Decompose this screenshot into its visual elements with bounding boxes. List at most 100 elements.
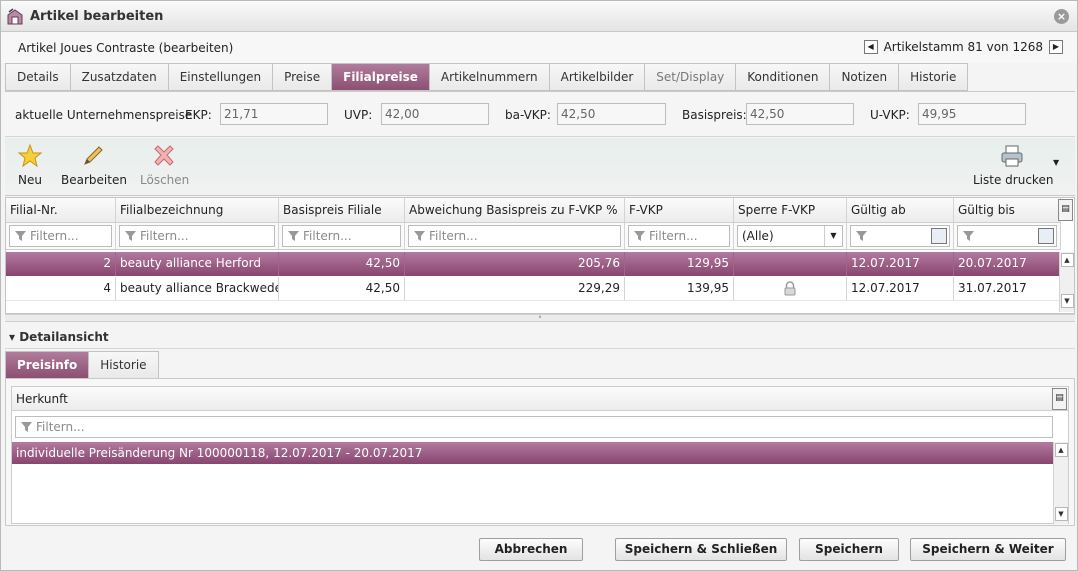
cancel-button[interactable]: Abbrechen: [479, 538, 583, 561]
window-title: Artikel bearbeiten: [30, 9, 164, 24]
origin-grid: Herkunft ▤ Filtern... individuelle Preis…: [11, 386, 1069, 524]
scroll-up-icon[interactable]: ▲: [1060, 253, 1074, 267]
u-vkp-field[interactable]: 49,95: [918, 103, 1026, 125]
dialog-window: Artikel bearbeiten × Artikel Joues Contr…: [0, 0, 1078, 571]
ekp-field[interactable]: 21,71: [220, 103, 328, 125]
tab-details[interactable]: Details: [5, 63, 71, 91]
basispreis-field[interactable]: 42,50: [746, 103, 854, 125]
article-icon: [7, 8, 23, 25]
tab-konditionen[interactable]: Konditionen: [736, 63, 831, 91]
tab-detail-historie[interactable]: Historie: [89, 351, 159, 379]
detail-panel: Herkunft ▤ Filtern... individuelle Preis…: [5, 378, 1075, 526]
collapse-icon: ▾: [9, 330, 16, 344]
col-abweichung[interactable]: Abweichung Basispreis zu F-VKP %: [405, 198, 625, 222]
column-chooser-icon[interactable]: ▤: [1058, 199, 1073, 221]
col-filial-nr[interactable]: Filial-Nr.: [6, 198, 116, 222]
scroll-down-icon[interactable]: ▼: [1054, 507, 1068, 521]
tab-preise[interactable]: Preise: [273, 63, 333, 91]
calendar-icon[interactable]: [931, 228, 947, 244]
list-item[interactable]: individuelle Preisänderung Nr 100000118,…: [12, 442, 1055, 464]
prev-record-icon[interactable]: ◀: [863, 40, 878, 54]
tab-einstellungen[interactable]: Einstellungen: [168, 63, 274, 91]
uvp-field[interactable]: 42,00: [381, 103, 489, 125]
footer: Abbrechen Speichern & Schließen Speicher…: [1, 531, 1077, 570]
cell-filialbezeichnung: beauty alliance Brackwede: [116, 277, 279, 301]
print-dropdown-icon[interactable]: ▼: [1053, 158, 1059, 167]
tab-filialpreise[interactable]: Filialpreise: [332, 63, 430, 91]
filter-gueltig-ab[interactable]: [850, 225, 950, 247]
filter-basispreis[interactable]: Filtern...: [282, 225, 401, 247]
lock-icon: [784, 281, 796, 296]
cell-gueltig-bis: 31.07.2017: [954, 277, 1061, 301]
table-row[interactable]: 4 beauty alliance Brackwede 42,50 229,29…: [6, 277, 1061, 301]
tab-artikelnummern[interactable]: Artikelnummern: [429, 63, 550, 91]
col-filialbezeichnung[interactable]: Filialbezeichnung: [116, 198, 279, 222]
new-button[interactable]: Neu: [15, 143, 45, 187]
col-herkunft[interactable]: Herkunft: [12, 387, 1068, 411]
toolbar: Neu Bearbeiten Löschen Liste drucken ▼: [5, 138, 1075, 196]
calendar-icon[interactable]: [1038, 228, 1054, 244]
record-position: Artikelstamm 81 von 1268: [883, 40, 1043, 54]
col-sperre-f-vkp[interactable]: Sperre F-VKP: [734, 198, 847, 222]
uvp-label: UVP:: [344, 108, 373, 122]
filter-f-vkp[interactable]: Filtern...: [628, 225, 730, 247]
next-record-icon[interactable]: ▶: [1049, 40, 1063, 54]
tab-zusatzdaten[interactable]: Zusatzdaten: [70, 63, 169, 91]
article-subtitle: Artikel Joues Contraste (bearbeiten): [18, 41, 234, 55]
filter-sperre-select[interactable]: (Alle) ▼: [737, 225, 843, 247]
branch-prices-grid: Filial-Nr. Filialbezeichnung Basispreis …: [5, 197, 1075, 314]
cell-gueltig-ab: 12.07.2017: [847, 252, 954, 276]
filter-filial-nr[interactable]: Filtern...: [9, 225, 112, 247]
detail-scrollbar[interactable]: ▲ ▼: [1053, 442, 1068, 524]
filter-abweichung[interactable]: Filtern...: [408, 225, 621, 247]
edit-label: Bearbeiten: [61, 173, 127, 187]
cell-abweichung: 205,76: [405, 252, 625, 276]
tab-notizen[interactable]: Notizen: [830, 63, 900, 91]
sub-header: Artikel Joues Contraste (bearbeiten) ◀ A…: [1, 32, 1077, 63]
cell-basispreis: 42,50: [279, 252, 405, 276]
col-f-vkp[interactable]: F-VKP: [625, 198, 734, 222]
cell-gueltig-ab: 12.07.2017: [847, 277, 954, 301]
save-next-button[interactable]: Speichern & Weiter: [910, 538, 1066, 561]
detail-view-header[interactable]: ▾ Detailansicht: [5, 325, 1075, 349]
tab-artikelbilder[interactable]: Artikelbilder: [549, 63, 646, 91]
col-gueltig-bis[interactable]: Gültig bis: [954, 198, 1061, 222]
tab-historie[interactable]: Historie: [899, 63, 969, 91]
cell-abweichung: 229,29: [405, 277, 625, 301]
basispreis-label: Basispreis:: [682, 108, 747, 122]
ba-vkp-field[interactable]: 42,50: [557, 103, 666, 125]
filter-herkunft[interactable]: Filtern...: [15, 416, 1053, 438]
company-prices-bar: aktuelle Unternehmenspreise EKP: 21,71 U…: [5, 91, 1075, 137]
delete-x-icon: [154, 145, 174, 166]
new-label: Neu: [18, 173, 42, 187]
close-icon[interactable]: ×: [1054, 9, 1069, 24]
cell-f-vkp: 139,95: [625, 277, 734, 301]
column-chooser-icon[interactable]: ▤: [1052, 388, 1067, 410]
col-basispreis-filiale[interactable]: Basispreis Filiale: [279, 198, 405, 222]
save-button[interactable]: Speichern: [799, 538, 899, 561]
filter-icon: [963, 231, 974, 241]
scroll-up-icon[interactable]: ▲: [1054, 443, 1068, 457]
cell-sperre: [734, 252, 847, 276]
delete-button[interactable]: Löschen: [140, 143, 189, 187]
tab-preisinfo[interactable]: Preisinfo: [5, 351, 90, 379]
col-gueltig-ab[interactable]: Gültig ab: [847, 198, 954, 222]
filter-filialbezeichnung[interactable]: Filtern...: [119, 225, 275, 247]
record-navigator: ◀ Artikelstamm 81 von 1268 ▶: [863, 40, 1063, 54]
tab-set-display[interactable]: Set/Display: [645, 63, 737, 91]
splitter-handle[interactable]: ∘: [5, 314, 1075, 322]
cell-gueltig-bis: 20.07.2017: [954, 252, 1061, 276]
filter-icon: [21, 422, 32, 432]
edit-button[interactable]: Bearbeiten: [61, 143, 127, 187]
scroll-down-icon[interactable]: ▼: [1060, 294, 1074, 308]
save-close-button[interactable]: Speichern & Schließen: [615, 538, 787, 561]
printer-icon: [1001, 145, 1023, 167]
cell-basispreis: 42,50: [279, 277, 405, 301]
grid-scrollbar[interactable]: ▲ ▼: [1059, 252, 1074, 312]
cell-filialbezeichnung: beauty alliance Herford: [116, 252, 279, 276]
table-row[interactable]: 2 beauty alliance Herford 42,50 205,76 1…: [6, 252, 1061, 276]
detail-view-title: Detailansicht: [19, 330, 109, 344]
filter-gueltig-bis[interactable]: [957, 225, 1057, 247]
print-list-label: Liste drucken: [973, 173, 1054, 187]
print-list-button[interactable]: Liste drucken: [973, 143, 1054, 187]
